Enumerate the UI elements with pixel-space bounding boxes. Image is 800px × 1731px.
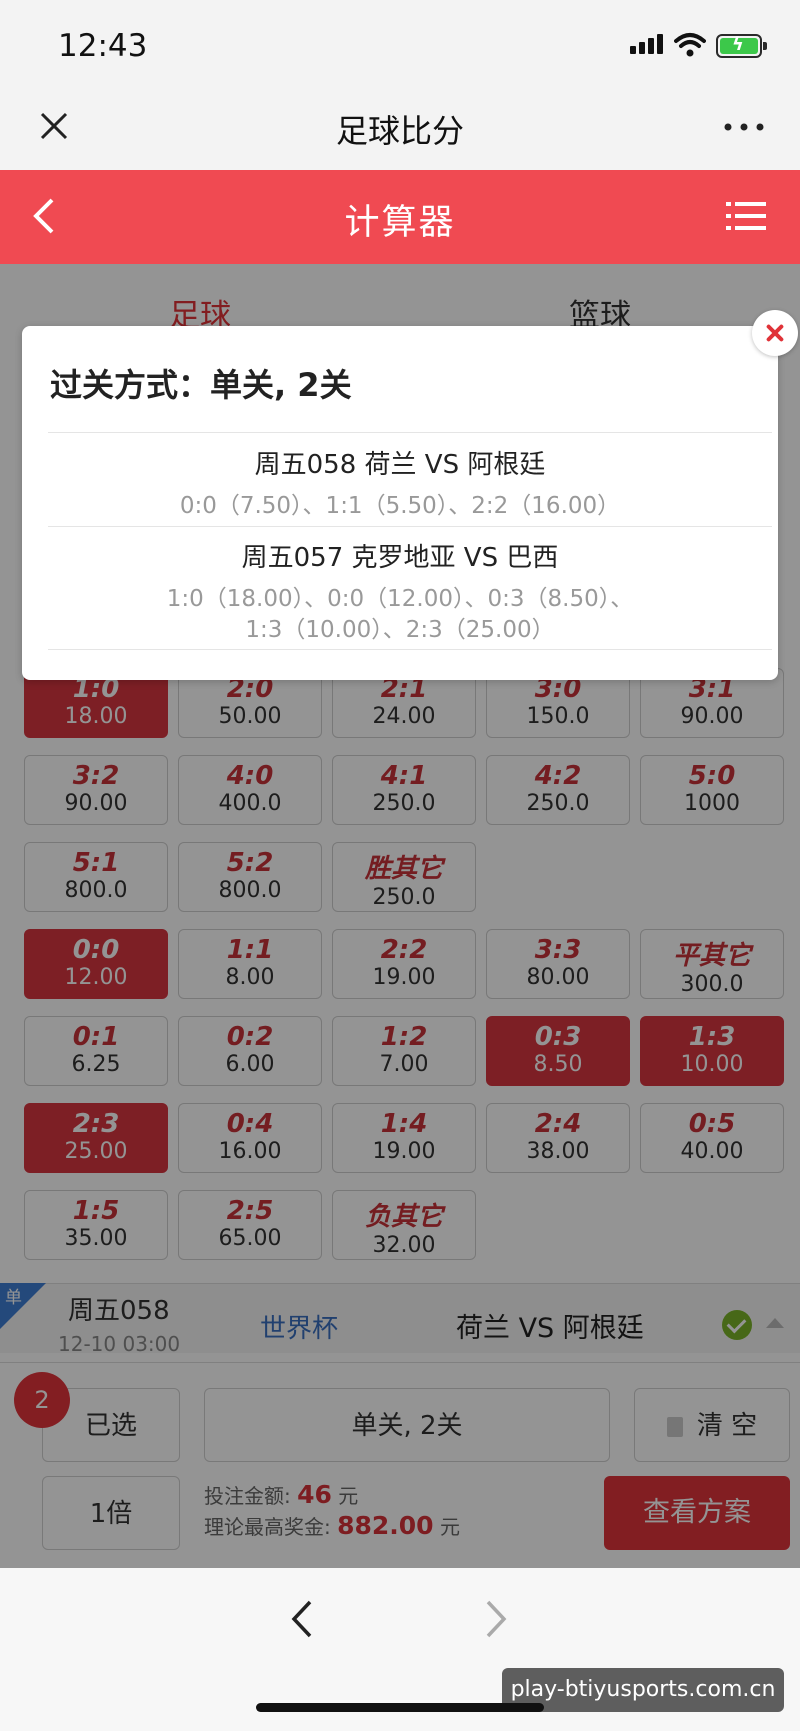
- browser-forward-icon[interactable]: [484, 1598, 510, 1640]
- modal-title: 过关方式：单关, 2关: [50, 366, 352, 404]
- modal-match-picks: 0:0（7.50）、1:1（5.50）、2:2（16.00）: [179, 493, 621, 519]
- cellular-signal-icon: [630, 34, 666, 54]
- page-title: 计算器: [344, 203, 456, 243]
- home-indicator[interactable]: [256, 1703, 544, 1712]
- modal-match-picks: 1:0（18.00）、0:0（12.00）、0:3（8.50）、: [166, 586, 634, 612]
- modal-close-button[interactable]: [752, 310, 798, 356]
- modal-divider: [48, 526, 772, 527]
- modal-match-picks: 1:3（10.00）、2:3（25.00）: [245, 617, 555, 643]
- watermark: play-btiyusports.com.cn: [502, 1668, 784, 1712]
- more-options-icon[interactable]: [722, 112, 766, 142]
- modal-match-name: 周五057 克罗地亚 VS 巴西: [241, 543, 559, 573]
- browser-title: 足球比分: [335, 112, 464, 150]
- modal-divider: [48, 432, 772, 433]
- menu-list-icon[interactable]: [724, 198, 768, 234]
- browser-back-icon[interactable]: [288, 1598, 314, 1640]
- battery-icon: ϟ: [716, 34, 767, 58]
- modal-divider: [48, 649, 772, 650]
- status-time: 12:43: [58, 28, 148, 64]
- modal-match-name: 周五058 荷兰 VS 阿根廷: [254, 450, 546, 480]
- wifi-icon: [674, 33, 706, 57]
